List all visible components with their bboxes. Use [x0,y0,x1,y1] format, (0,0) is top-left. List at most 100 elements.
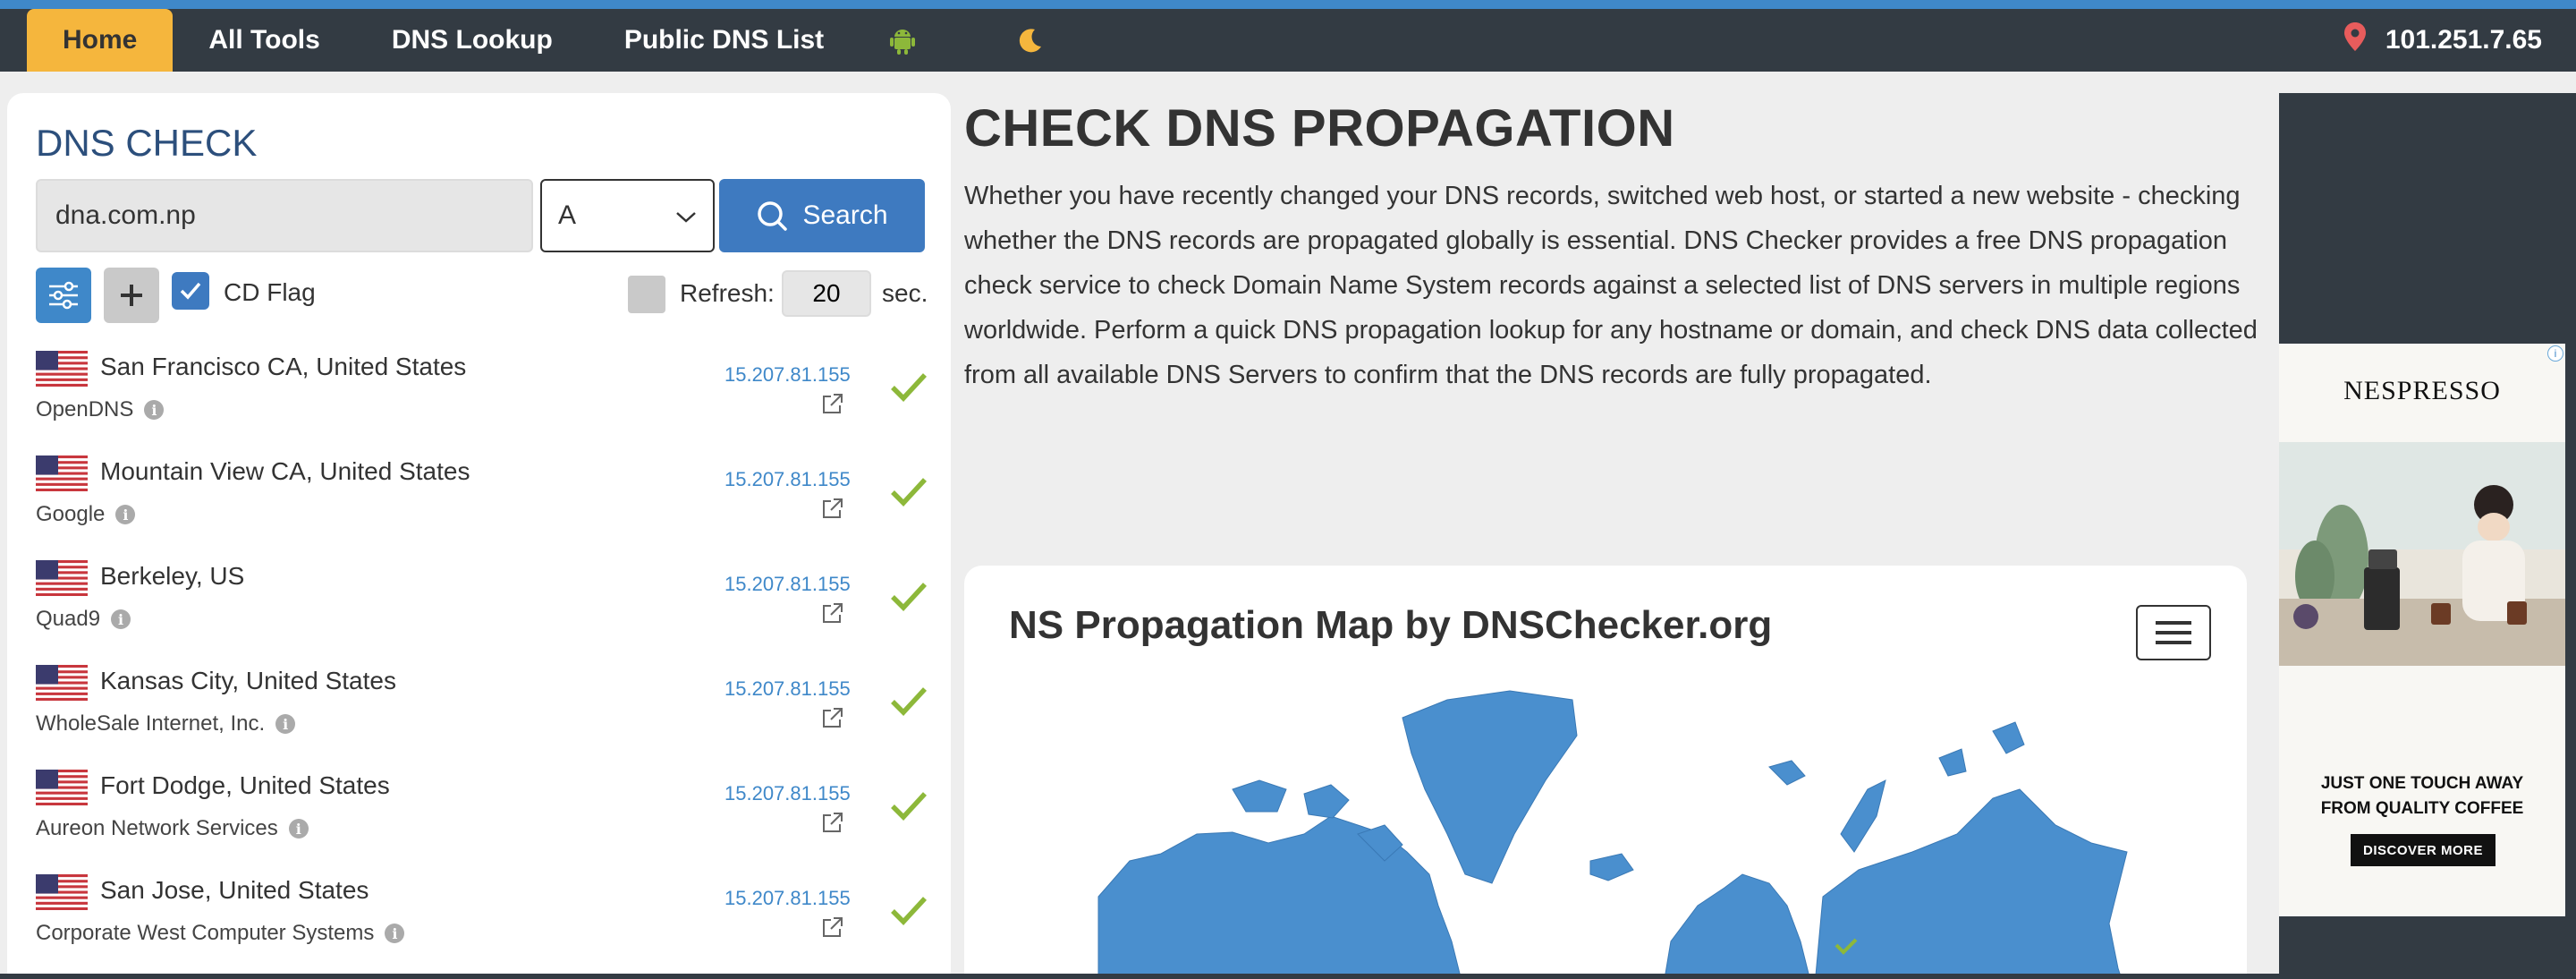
record-type-value: A [558,200,577,230]
refresh-interval-input[interactable] [782,270,871,317]
server-row: San Francisco CA, United States OpenDNS i… [36,345,930,450]
chevron-down-icon [675,200,697,231]
ad-choices-icon[interactable]: i [2547,345,2563,362]
resolved-ip[interactable]: 15.207.81.155 [724,887,851,910]
server-provider-name: Corporate West Computer Systems [36,921,375,945]
server-row: Berkeley, US Quad9 i 15.207.81.155 [36,555,930,660]
domain-input[interactable] [36,179,533,252]
user-ip-display: 101.251.7.65 [2343,9,2542,72]
info-icon[interactable]: i [144,400,165,420]
server-provider: OpenDNS i [36,397,165,422]
checkmark-icon [180,282,201,300]
android-icon[interactable] [860,9,945,72]
add-server-button[interactable] [104,268,159,323]
nav-public-dns-list[interactable]: Public DNS List [589,9,860,72]
server-row: Mountain View CA, United States Google i … [36,450,930,555]
success-check-icon [890,580,928,612]
info-icon[interactable]: i [275,714,296,734]
advertisement[interactable]: i NESPRESSO JUST ONE TOUCH AWAY FROM QUA… [2279,344,2565,916]
server-provider-name: OpenDNS [36,397,134,421]
external-link-icon[interactable] [821,706,844,729]
plus-icon [121,285,142,306]
us-flag-icon [36,351,88,387]
success-check-icon [890,685,928,717]
us-flag-icon [36,560,88,596]
ad-product-image [2279,442,2565,666]
cd-flag-checkbox[interactable] [172,272,209,310]
server-provider: Corporate West Computer Systems i [36,921,405,946]
server-provider-name: Quad9 [36,607,101,631]
ad-tagline-line1: JUST ONE TOUCH AWAY [2320,774,2524,793]
server-provider: Quad9 i [36,607,131,632]
us-flag-icon [36,665,88,701]
resolved-ip[interactable]: 15.207.81.155 [724,782,851,805]
external-link-icon[interactable] [821,811,844,834]
page-description: Whether you have recently changed your D… [964,182,2258,389]
server-location: San Jose, United States [100,876,369,904]
search-icon [758,201,788,231]
record-type-select[interactable]: A [540,179,715,252]
resolved-ip[interactable]: 15.207.81.155 [724,363,851,387]
resolved-ip[interactable]: 15.207.81.155 [724,573,851,596]
server-location: Berkeley, US [100,562,245,590]
resolved-ip[interactable]: 15.207.81.155 [724,468,851,491]
success-check-icon [890,789,928,822]
server-location: San Francisco CA, United States [100,353,467,380]
nav-dns-lookup[interactable]: DNS Lookup [356,9,589,72]
success-check-icon [890,475,928,507]
server-provider: Aureon Network Services i [36,816,309,841]
external-link-icon[interactable] [821,915,844,939]
server-location: Mountain View CA, United States [100,457,470,485]
page-title: CHECK DNS PROPAGATION [964,99,1675,157]
hamburger-icon [2156,621,2191,644]
us-flag-icon [36,770,88,805]
user-ip-value: 101.251.7.65 [2385,25,2542,55]
server-provider: Google i [36,502,136,527]
external-link-icon[interactable] [821,497,844,520]
main-nav: Home All Tools DNS Lookup Public DNS Lis… [27,9,1074,72]
bottom-edge [0,974,2576,979]
ad-tagline-line2: FROM QUALITY COFFEE [2320,799,2524,818]
server-location: Fort Dodge, United States [100,771,390,799]
us-flag-icon [36,455,88,491]
top-navigation-bar: Home All Tools DNS Lookup Public DNS Lis… [0,0,2576,72]
server-provider-name: WholeSale Internet, Inc. [36,711,266,736]
info-icon[interactable]: i [385,924,405,943]
external-link-icon[interactable] [821,392,844,415]
server-location: Kansas City, United States [100,667,396,694]
dns-check-title: DNS CHECK [36,122,258,164]
ad-cta-button[interactable]: DISCOVER MORE [2351,834,2496,866]
nav-all-tools[interactable]: All Tools [173,9,355,72]
info-icon[interactable]: i [115,505,136,524]
server-row: San Jose, United States Corporate West C… [36,869,930,974]
seconds-label: sec. [882,279,928,307]
search-button[interactable]: Search [719,179,925,252]
search-button-label: Search [802,200,888,230]
map-pin-icon [2343,22,2366,58]
server-provider-name: Google [36,502,106,526]
ad-brand: NESPRESSO [2343,376,2501,405]
success-check-icon [890,370,928,403]
cd-flag-label: CD Flag [224,278,316,306]
server-row: Kansas City, United States WholeSale Int… [36,660,930,764]
server-provider-name: Aureon Network Services [36,816,278,840]
us-flag-icon [36,874,88,910]
success-check-icon [890,894,928,926]
auto-refresh-checkbox[interactable] [628,276,665,313]
dns-check-panel: DNS CHECK A Search [7,93,951,979]
resolved-ip[interactable]: 15.207.81.155 [724,677,851,701]
external-link-icon[interactable] [821,601,844,625]
filter-settings-button[interactable] [36,268,91,323]
refresh-label: Refresh: [680,279,775,307]
server-row: Fort Dodge, United States Aureon Network… [36,764,930,869]
info-icon[interactable]: i [288,819,309,839]
nav-home[interactable]: Home [27,9,174,72]
moon-icon[interactable] [945,9,1074,72]
info-icon[interactable]: i [111,609,131,629]
sliders-icon [49,281,78,310]
propagation-map-card: NS Propagation Map by DNSChecker.org [964,566,2247,979]
map-menu-button[interactable] [2136,605,2211,660]
ad-tagline: JUST ONE TOUCH AWAY FROM QUALITY COFFEE [2279,771,2565,822]
map-title: NS Propagation Map by DNSChecker.org [1009,603,1773,647]
server-provider: WholeSale Internet, Inc. i [36,711,296,736]
